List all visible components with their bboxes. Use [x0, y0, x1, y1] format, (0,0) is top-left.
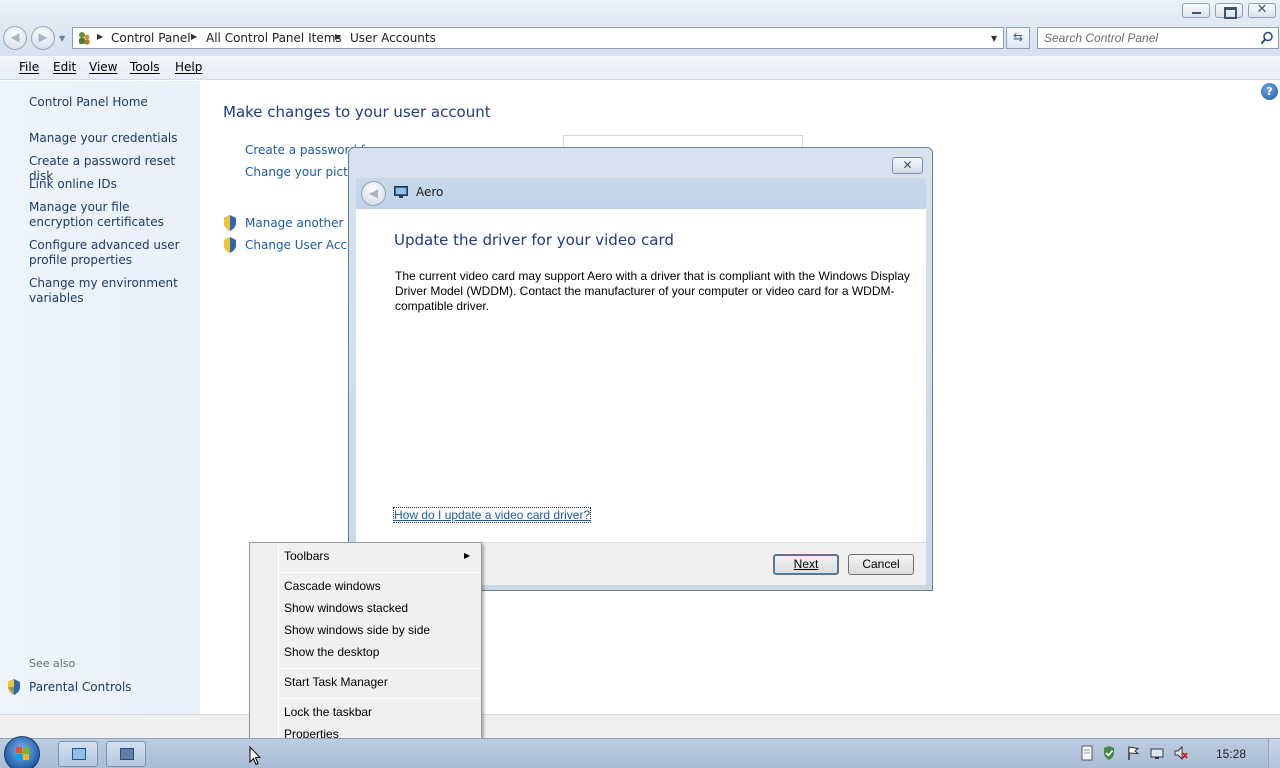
menu-item-cascade[interactable]: Cascade windows [284, 579, 381, 593]
refresh-button[interactable]: ⇆ [1006, 27, 1030, 49]
display-icon [120, 748, 134, 760]
dialog-message: The current video card may support Aero … [395, 269, 910, 313]
next-button[interactable]: Next [773, 554, 839, 575]
menu-help[interactable]: Help [175, 60, 202, 74]
dialog-back-button[interactable]: ◀ [361, 181, 386, 206]
file-encryption-link[interactable]: Manage your file encryption certificates [29, 200, 194, 230]
forward-button[interactable]: ▶ [31, 26, 55, 50]
title-bar: ✕ [0, 0, 1280, 22]
breadcrumb-separator[interactable]: ▶ [97, 32, 103, 41]
menu-separator [280, 572, 479, 573]
create-password-link[interactable]: Create a password f [245, 143, 365, 157]
close-icon: ✕ [902, 158, 913, 172]
taskbar-clock[interactable]: 15:28 [1216, 747, 1246, 761]
dialog-close-button[interactable]: ✕ [892, 157, 923, 174]
menu-item-toolbars[interactable]: Toolbars [284, 549, 329, 563]
minimize-button[interactable] [1182, 3, 1210, 18]
dialog-heading: Update the driver for your video card [394, 231, 674, 249]
dialog-body: Update the driver for your video card Th… [356, 209, 926, 542]
network-icon[interactable] [1150, 745, 1164, 761]
taskbar: 15:28 [0, 736, 1280, 768]
menu-separator [280, 698, 479, 699]
uac-shield-icon [224, 237, 236, 253]
aero-dialog: ✕ ◀ Aero Update the driver for your vide… [348, 147, 933, 591]
menu-item-task-manager[interactable]: Start Task Manager [284, 675, 388, 689]
update-driver-help-link[interactable]: How do I update a video card driver? [392, 507, 592, 523]
notification-area [1076, 745, 1196, 763]
back-button[interactable]: ◀ [3, 26, 27, 50]
menu-tools[interactable]: Tools [130, 60, 160, 74]
taskbar-control-panel-button[interactable] [58, 741, 98, 767]
back-icon: ◀ [10, 30, 20, 44]
maximize-button[interactable] [1215, 3, 1243, 19]
address-dropdown-icon[interactable]: ▼ [991, 34, 997, 43]
environment-variables-link[interactable]: Change my environment variables [29, 276, 194, 306]
left-nav-pane: Control Panel Home Manage your credentia… [0, 81, 200, 714]
breadcrumb-separator[interactable]: ▶ [335, 32, 341, 41]
menu-view[interactable]: View [89, 60, 117, 74]
uac-shield-icon [224, 215, 236, 231]
advanced-profile-link[interactable]: Configure advanced user profile properti… [29, 238, 194, 268]
display-icon [394, 186, 408, 198]
cancel-button[interactable]: Cancel [848, 554, 914, 575]
manage-credentials-link[interactable]: Manage your credentials [29, 131, 194, 146]
parental-controls-link[interactable]: Parental Controls [29, 680, 132, 694]
breadcrumb-all-items[interactable]: All Control Panel Items [206, 31, 342, 45]
menu-item-show-desktop[interactable]: Show the desktop [284, 645, 379, 659]
see-also-heading: See also [29, 657, 76, 670]
uac-shield-icon [8, 679, 20, 695]
control-panel-icon [72, 748, 86, 760]
close-button[interactable]: ✕ [1248, 2, 1276, 18]
action-center-flag-icon[interactable] [1126, 745, 1140, 761]
breadcrumb-separator[interactable]: ▶ [191, 32, 197, 41]
control-panel-home-link[interactable]: Control Panel Home [29, 95, 194, 110]
search-input[interactable] [1044, 30, 1254, 46]
security-shield-icon[interactable] [1102, 745, 1116, 761]
dialog-header: ◀ Aero [356, 178, 926, 209]
menu-separator [280, 668, 479, 669]
change-uac-settings-link[interactable]: Change User Accou [245, 238, 362, 252]
help-icon[interactable]: ? [1261, 83, 1278, 100]
windows-start-icon [16, 747, 29, 760]
menu-item-lock-taskbar[interactable]: Lock the taskbar [284, 705, 372, 719]
forward-icon: ▶ [38, 30, 48, 44]
breadcrumb-user-accounts[interactable]: User Accounts [350, 31, 436, 45]
address-bar[interactable]: ▶ Control Panel ▶ All Control Panel Item… [72, 27, 1004, 49]
show-desktop-button[interactable] [1268, 739, 1280, 768]
menu-gutter [278, 545, 279, 744]
menu-item-stacked[interactable]: Show windows stacked [284, 601, 408, 615]
search-box[interactable] [1037, 27, 1279, 49]
menu-item-side-by-side[interactable]: Show windows side by side [284, 623, 430, 637]
menu-bar: File Edit View Tools Help [0, 56, 1280, 80]
taskbar-aero-dialog-button[interactable] [106, 741, 146, 767]
volume-muted-icon[interactable] [1174, 745, 1188, 761]
page-title: Make changes to your user account [223, 103, 491, 121]
search-icon[interactable] [1260, 31, 1274, 45]
document-icon[interactable] [1080, 745, 1094, 761]
close-icon: ✕ [1256, 2, 1268, 17]
link-online-ids-link[interactable]: Link online IDs [29, 177, 194, 192]
back-icon: ◀ [368, 186, 379, 200]
address-row: ◀ ▶ ▼ ▶ Control Panel ▶ All Control Pane… [0, 22, 1280, 56]
submenu-arrow-icon: ▶ [464, 551, 471, 560]
menu-file[interactable]: File [19, 60, 39, 74]
refresh-icon: ⇆ [1012, 30, 1024, 44]
cursor-arrow-icon [249, 746, 261, 766]
recent-pages-dropdown[interactable]: ▼ [59, 34, 65, 43]
manage-another-account-link[interactable]: Manage another ac [245, 216, 361, 230]
start-button[interactable] [4, 736, 40, 768]
change-picture-link[interactable]: Change your pictur [245, 165, 360, 179]
user-accounts-icon [79, 32, 90, 45]
menu-edit[interactable]: Edit [53, 60, 76, 74]
taskbar-context-menu: Toolbars ▶ Cascade windows Show windows … [249, 542, 482, 747]
status-bar [0, 714, 1280, 738]
dialog-caption: Aero [416, 185, 444, 199]
breadcrumb-control-panel[interactable]: Control Panel [111, 31, 191, 45]
